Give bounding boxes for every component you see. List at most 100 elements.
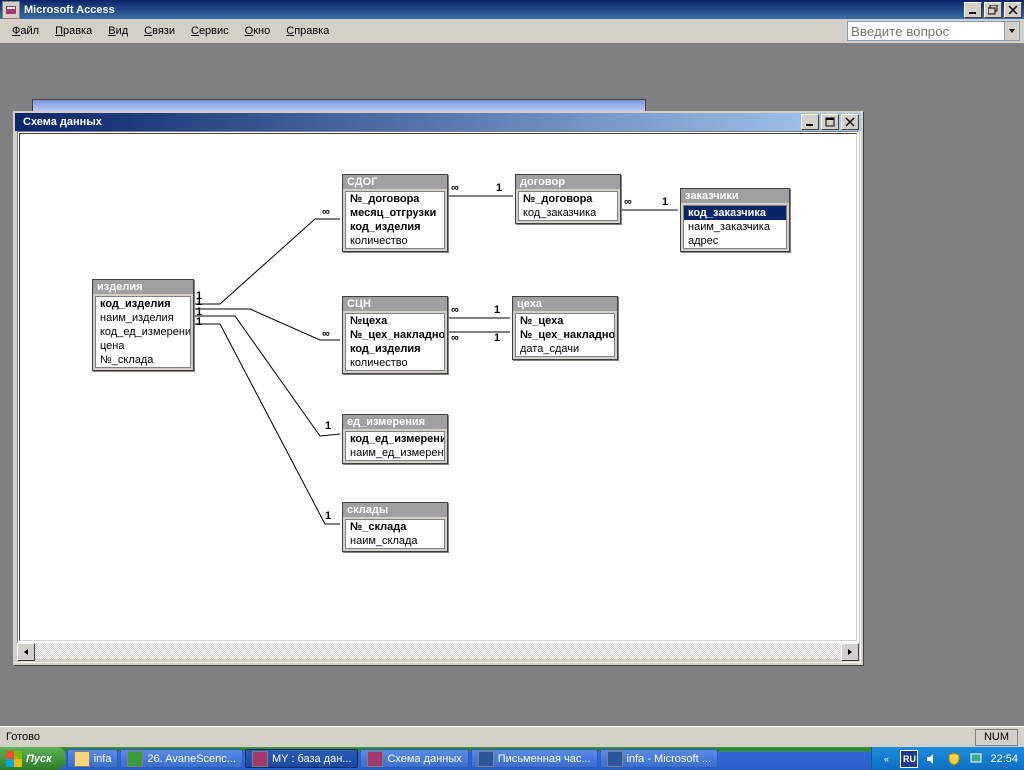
menubar: Файл Правка Вид Связи Сервис Окно Справк… (0, 19, 1024, 44)
horizontal-scrollbar[interactable] (17, 643, 859, 659)
taskbar-button[interactable]: Письменная час... (471, 749, 598, 768)
table-zakazchiki[interactable]: заказчикикод_заказчиканаим_заказчикаадре… (680, 188, 790, 252)
table-title: договор (516, 175, 620, 189)
scroll-right-button[interactable] (841, 643, 859, 661)
scroll-track[interactable] (35, 643, 841, 659)
word-icon (478, 751, 494, 767)
menu-edit[interactable]: Правка (47, 23, 100, 39)
field[interactable]: код_изделия (346, 220, 444, 234)
child-close-button[interactable] (841, 114, 859, 130)
scroll-left-button[interactable] (17, 643, 35, 661)
help-dropdown-icon[interactable] (1005, 21, 1020, 41)
menu-tools[interactable]: Сервис (183, 23, 237, 39)
start-button[interactable]: Пуск (0, 747, 66, 770)
field[interactable]: №_договора (519, 192, 617, 206)
table-sdog[interactable]: СДОГ №_договорамесяц_отгрузкикод_изделияк… (342, 174, 448, 252)
menu-view[interactable]: Вид (100, 23, 136, 39)
tray-icon-1[interactable]: « (878, 751, 894, 767)
table-title: СДОГ (343, 175, 447, 189)
cardinality-label: 1 (196, 316, 202, 328)
field[interactable]: дата_сдачи (516, 342, 614, 356)
child-titlebar[interactable]: Схема данных (15, 113, 861, 131)
field[interactable]: наим_склада (346, 534, 444, 548)
access-app-icon (2, 1, 20, 19)
child-maximize-button[interactable] (821, 114, 839, 130)
wmp-icon (127, 751, 143, 767)
mdi-client-area: Схема данных изделиякод_изделиянаим_изде… (0, 44, 1024, 726)
table-dogovor[interactable]: договор №_договоракод_заказчика (515, 174, 621, 224)
app-close-button[interactable] (1004, 2, 1022, 18)
taskbar-button[interactable]: infa (67, 749, 119, 768)
cardinality-label: ∞ (322, 328, 330, 340)
status-ready: Готово (6, 731, 971, 743)
taskbar-button[interactable]: Схема данных (360, 749, 468, 768)
field[interactable]: №цеха (346, 314, 444, 328)
field[interactable]: код_ед_измерения (346, 432, 444, 446)
access-icon (252, 751, 268, 767)
tray-shield-icon[interactable] (946, 751, 962, 767)
table-ceha[interactable]: цеха №_цеха№_цех_накладнойдата_сдачи (512, 296, 618, 360)
language-indicator[interactable]: RU (900, 750, 918, 768)
menu-file[interactable]: Файл (4, 23, 47, 39)
access-icon (367, 751, 383, 767)
taskbar: Пуск infa26. AvaneScenc...MY : база дан.… (0, 747, 1024, 770)
table-title: склады (343, 503, 447, 517)
app-titlebar: Microsoft Access (0, 0, 1024, 19)
system-tray: « RU 22:54 (871, 747, 1024, 770)
field[interactable]: наим_ед_измерения (346, 446, 444, 460)
table-title: цеха (513, 297, 617, 311)
word-icon (607, 751, 623, 767)
app-restore-button[interactable] (984, 2, 1002, 18)
table-scn[interactable]: СЦН №цеха№_цех_накладнойкод_изделияколиче… (342, 296, 448, 374)
table-title: СЦН (343, 297, 447, 311)
folder-icon (74, 751, 90, 767)
taskbar-button[interactable]: 26. AvaneScenc... (120, 749, 242, 768)
status-num: NUM (975, 729, 1018, 746)
menu-relations[interactable]: Связи (136, 23, 183, 39)
cardinality-label: 1 (494, 332, 500, 344)
field[interactable]: №_цеха (516, 314, 614, 328)
taskbar-button[interactable]: infa - Microsoft ... (600, 749, 718, 768)
field[interactable]: №_склада (96, 353, 190, 367)
field[interactable]: код_заказчика (684, 206, 786, 220)
field[interactable]: количество (346, 356, 444, 370)
field[interactable]: код_ед_измерения (96, 325, 190, 339)
cardinality-label: ∞ (451, 182, 459, 194)
field[interactable]: №_цех_накладной (346, 328, 444, 342)
cardinality-label: ∞ (451, 332, 459, 344)
cardinality-label: 1 (494, 304, 500, 316)
field[interactable]: код_заказчика (519, 206, 617, 220)
taskbar-clock[interactable]: 22:54 (990, 753, 1018, 765)
cardinality-label: 1 (662, 196, 668, 208)
field[interactable]: №_договора (346, 192, 444, 206)
table-izdeliya[interactable]: изделиякод_изделиянаим_изделиякод_ед_изм… (92, 279, 194, 371)
relationships-canvas[interactable]: изделиякод_изделиянаим_изделиякод_ед_изм… (20, 134, 856, 640)
tray-monitor-icon[interactable] (968, 751, 984, 767)
field[interactable]: №_цех_накладной (516, 328, 614, 342)
taskbar-button[interactable]: MY : база дан... (245, 749, 359, 768)
child-title: Схема данных (23, 116, 102, 128)
field[interactable]: месяц_отгрузки (346, 206, 444, 220)
cardinality-label: 1 (325, 420, 331, 432)
app-minimize-button[interactable] (964, 2, 982, 18)
field[interactable]: код_изделия (96, 297, 190, 311)
menu-help[interactable]: Справка (278, 23, 337, 39)
menu-window[interactable]: Окно (237, 23, 279, 39)
field[interactable]: №_склада (346, 520, 444, 534)
field[interactable]: код_изделия (346, 342, 444, 356)
windows-logo-icon (6, 751, 22, 767)
cardinality-label: ∞ (451, 304, 459, 316)
field[interactable]: количество (346, 234, 444, 248)
field[interactable]: наим_изделия (96, 311, 190, 325)
field[interactable]: наим_заказчика (684, 220, 786, 234)
app-title: Microsoft Access (24, 4, 964, 16)
table-ed_izm[interactable]: ед_измерениякод_ед_измерениянаим_ед_изме… (342, 414, 448, 464)
field[interactable]: цена (96, 339, 190, 353)
tray-volume-icon[interactable] (924, 751, 940, 767)
table-sklady[interactable]: склады №_складанаим_склада (342, 502, 448, 552)
field[interactable]: адрес (684, 234, 786, 248)
child-minimize-button[interactable] (801, 114, 819, 130)
cardinality-label: ∞ (624, 196, 632, 208)
cardinality-label: 1 (496, 182, 502, 194)
help-search-input[interactable] (847, 21, 1005, 41)
